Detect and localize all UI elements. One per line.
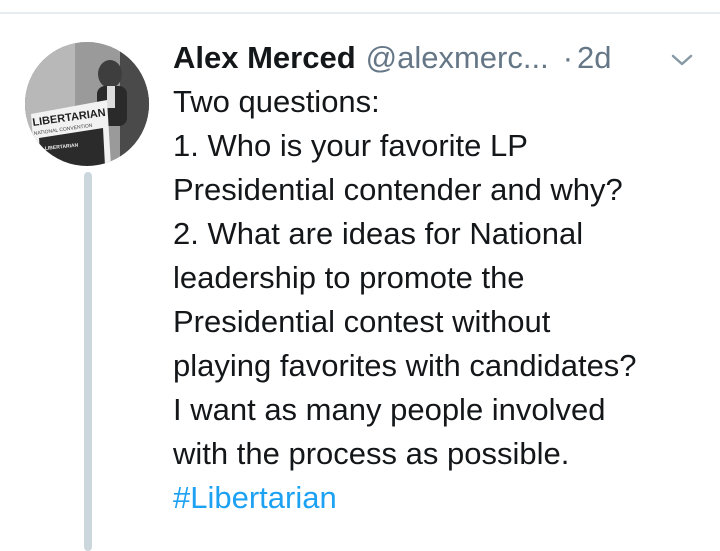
tweet-line: playing favorites with candidates? <box>173 348 637 383</box>
tweet-line: Two questions: <box>173 84 380 119</box>
timestamp[interactable]: 2d <box>577 37 611 79</box>
tweet-text: Two questions: 1. Who is your favorite L… <box>173 80 703 520</box>
separator-dot: · <box>562 40 574 75</box>
tweet[interactable]: LIBERTARIAN NATIONAL CONVENTION LIBERTAR… <box>0 0 720 551</box>
hashtag-link[interactable]: #Libertarian <box>173 476 703 520</box>
tweet-line: 2. What are ideas for National <box>173 216 584 251</box>
tweet-line: Presidential contender and why? <box>173 172 623 207</box>
tweet-header: Alex Merced @alexmerc... · 2d <box>173 37 703 79</box>
tweet-line: I want as many people involved <box>173 392 606 427</box>
divider <box>0 12 720 14</box>
author-handle[interactable]: @alexmerc... <box>366 37 549 79</box>
tweet-line: with the process as possible. <box>173 436 570 471</box>
tweet-line: Presidential contest without <box>173 304 551 339</box>
author-name[interactable]: Alex Merced <box>173 37 356 79</box>
tweet-line: 1. Who is your favorite LP <box>173 128 528 163</box>
thread-line <box>84 172 92 551</box>
chevron-down-icon[interactable] <box>670 50 694 70</box>
avatar[interactable]: LIBERTARIAN NATIONAL CONVENTION LIBERTAR… <box>25 42 149 166</box>
avatar-photo: LIBERTARIAN NATIONAL CONVENTION LIBERTAR… <box>25 42 149 166</box>
tweet-line: leadership to promote the <box>173 260 525 295</box>
